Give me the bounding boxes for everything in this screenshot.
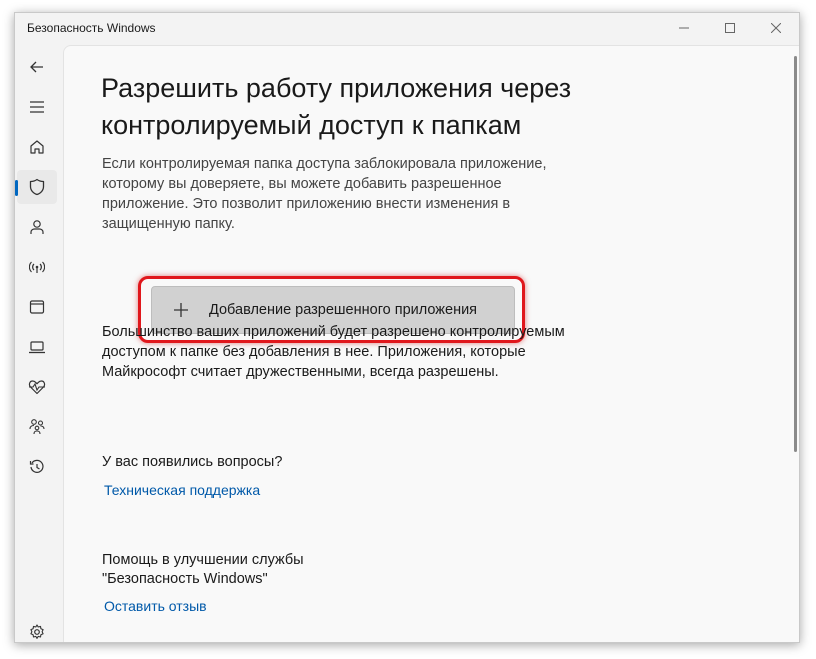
shield-icon [29, 178, 45, 196]
heart-pulse-icon [28, 380, 46, 395]
nav-item-family-options[interactable] [17, 410, 57, 444]
app-window: Безопасность Windows Разрешить работу пр… [14, 12, 800, 643]
title-bar: Безопасность Windows [15, 13, 799, 45]
nav-item-device-security[interactable] [17, 330, 57, 364]
browser-window-icon [29, 300, 45, 314]
nav-item-app-browser-control[interactable] [17, 290, 57, 324]
feedback-title-line1: Помощь в улучшении службы [102, 552, 304, 568]
nav-item-device-performance[interactable] [17, 370, 57, 404]
minimize-button[interactable] [661, 13, 707, 43]
nav-item-virus-protection[interactable] [15, 170, 57, 204]
description-text: Если контролируемая папка доступа заблок… [102, 156, 547, 232]
info-text: Большинство ваших приложений будет разре… [102, 324, 565, 380]
window-title: Безопасность Windows [27, 21, 156, 35]
back-button[interactable] [17, 50, 57, 84]
content-pane: Разрешить работу приложения через контро… [63, 45, 799, 642]
menu-button[interactable] [17, 90, 57, 124]
person-icon [30, 220, 44, 234]
gear-icon [30, 624, 44, 639]
add-allowed-app-label: Добавление разрешенного приложения [209, 302, 478, 318]
nav-item-account-protection[interactable] [17, 210, 57, 244]
family-icon [29, 419, 45, 435]
history-icon [29, 459, 44, 473]
feedback-title-line2: "Безопасность Windows" [102, 571, 268, 587]
minimize-icon [679, 27, 689, 29]
home-icon [30, 140, 44, 154]
close-icon [771, 23, 781, 33]
active-indicator [15, 180, 18, 196]
back-arrow-icon [30, 61, 43, 73]
maximize-icon [725, 23, 735, 33]
hamburger-menu-icon [30, 101, 44, 113]
nav-item-settings[interactable] [17, 615, 57, 642]
maximize-button[interactable] [707, 13, 753, 43]
vertical-scrollbar[interactable] [794, 56, 797, 452]
support-link[interactable]: Техническая поддержка [104, 482, 260, 498]
plus-icon [171, 300, 191, 320]
close-button[interactable] [753, 13, 799, 43]
laptop-icon [29, 341, 45, 354]
feedback-link[interactable]: Оставить отзыв [104, 598, 207, 614]
wifi-signal-icon [29, 261, 45, 273]
nav-item-protection-history[interactable] [17, 450, 57, 484]
questions-title: У вас появились вопросы? [102, 454, 283, 470]
nav-item-home[interactable] [17, 130, 57, 164]
page-title: Разрешить работу приложения через контро… [101, 73, 572, 140]
nav-item-firewall[interactable] [17, 250, 57, 284]
navigation-pane [15, 45, 63, 642]
